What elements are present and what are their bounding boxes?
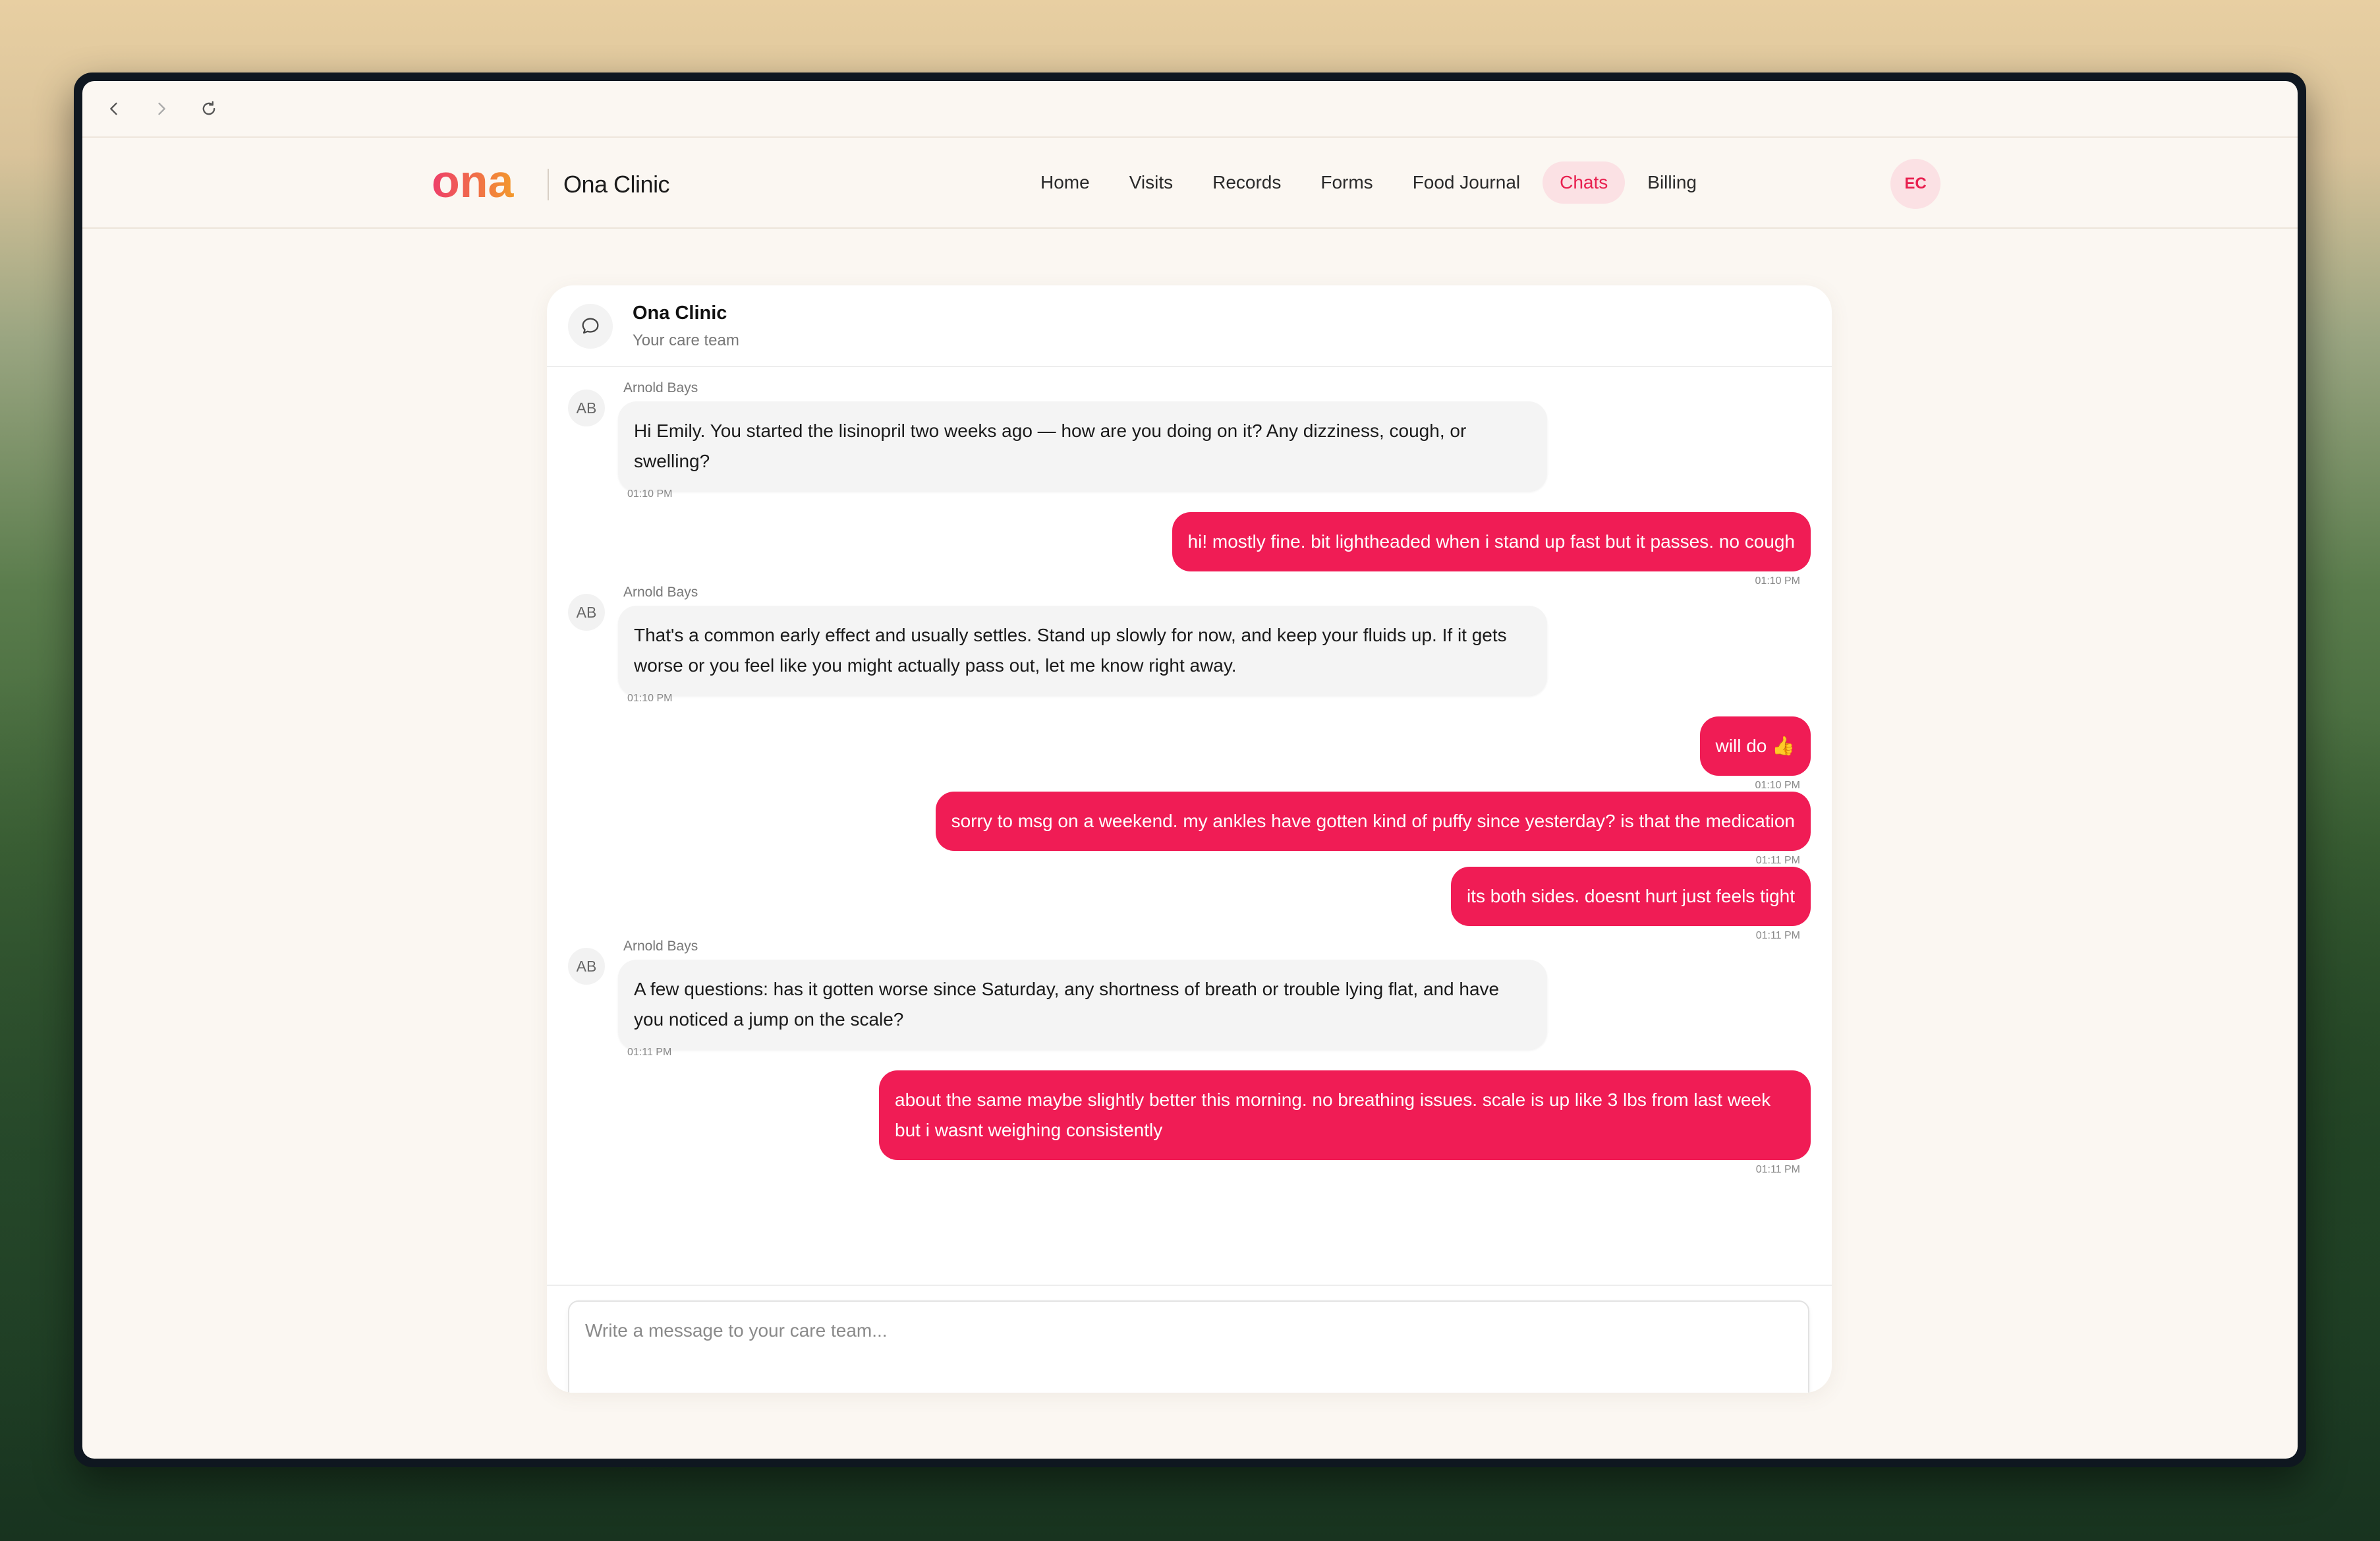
chevron-right-icon (158, 102, 165, 115)
nav-billing[interactable]: Billing (1630, 161, 1714, 204)
sender-avatar: AB (568, 390, 605, 426)
message-outgoing: about the same maybe slightly better thi… (879, 1070, 1811, 1176)
reload-button[interactable] (198, 98, 219, 119)
message-time: 01:11 PM (1755, 855, 1800, 866)
sender-name: Arnold Bays (623, 380, 698, 395)
brand-name: Ona Clinic (563, 170, 670, 198)
message-outgoing: hi! mostly fine. bit lightheaded when i … (1172, 512, 1811, 587)
brand-logo[interactable]: ona Ona Clinic (432, 156, 670, 207)
message-bubble: about the same maybe slightly better thi… (879, 1070, 1811, 1160)
message-list: AB Arnold Bays Hi Emily. You started the… (547, 368, 1832, 1175)
chat-title: Ona Clinic (633, 303, 727, 324)
sender-name: Arnold Bays (623, 585, 698, 600)
browser-toolbar (82, 81, 2298, 138)
nav-food-journal[interactable]: Food Journal (1396, 161, 1537, 204)
nav-visits[interactable]: Visits (1112, 161, 1190, 204)
nav-records[interactable]: Records (1195, 161, 1298, 204)
message-bubble: hi! mostly fine. bit lightheaded when i … (1172, 512, 1811, 571)
message-time: 01:11 PM (1755, 930, 1800, 941)
message-bubble: A few questions: has it gotten worse sin… (618, 960, 1547, 1049)
logo-divider (548, 168, 549, 200)
message-bubble: Hi Emily. You started the lisinopril two… (618, 401, 1547, 491)
message-outgoing: sorry to msg on a weekend. my ankles hav… (935, 792, 1811, 867)
message-time: 01:11 PM (1755, 1164, 1800, 1175)
main-nav: Home Visits Records Forms Food Journal C… (1023, 161, 1714, 204)
reload-icon (202, 101, 215, 115)
ona-logo-icon: ona (432, 156, 533, 207)
message-composer (568, 1300, 1809, 1393)
chat-header: Ona Clinic Your care team (547, 285, 1832, 367)
message-time: 01:11 PM (627, 1047, 672, 1058)
back-button[interactable] (103, 98, 125, 119)
composer-divider (547, 1285, 1832, 1286)
chat-panel: Ona Clinic Your care team AB Arnold Bays… (547, 285, 1832, 1393)
svg-text:ona: ona (432, 161, 515, 204)
chevron-left-icon (110, 102, 117, 115)
message-time: 01:10 PM (627, 693, 673, 704)
app-header: ona Ona Clinic Home Visits Records Forms… (82, 138, 2298, 229)
message-time: 01:10 PM (627, 488, 673, 500)
forward-button[interactable] (151, 98, 172, 119)
message-input[interactable] (569, 1302, 1808, 1393)
browser-window: ona Ona Clinic Home Visits Records Forms… (74, 73, 2306, 1467)
sender-avatar: AB (568, 594, 605, 631)
sender-name: Arnold Bays (623, 939, 698, 954)
message-bubble: will do 👍 (1699, 716, 1811, 776)
message-bubble: sorry to msg on a weekend. my ankles hav… (935, 792, 1811, 851)
message-bubble: That's a common early effect and usually… (618, 606, 1547, 695)
chat-subtitle: Your care team (633, 332, 739, 349)
message-outgoing: its both sides. doesnt hurt just feels t… (1450, 867, 1811, 942)
message-time: 01:10 PM (1755, 575, 1800, 587)
nav-forms[interactable]: Forms (1303, 161, 1390, 204)
nav-chats[interactable]: Chats (1543, 161, 1626, 204)
nav-home[interactable]: Home (1023, 161, 1107, 204)
message-bubble: its both sides. doesnt hurt just feels t… (1450, 867, 1811, 926)
sender-avatar: AB (568, 948, 605, 985)
chat-bubble-icon (568, 304, 613, 349)
browser-viewport: ona Ona Clinic Home Visits Records Forms… (82, 81, 2298, 1459)
message-time: 01:10 PM (1755, 780, 1800, 791)
message-outgoing: will do 👍 01:10 PM (1699, 716, 1811, 792)
user-avatar[interactable]: EC (1890, 159, 1941, 209)
